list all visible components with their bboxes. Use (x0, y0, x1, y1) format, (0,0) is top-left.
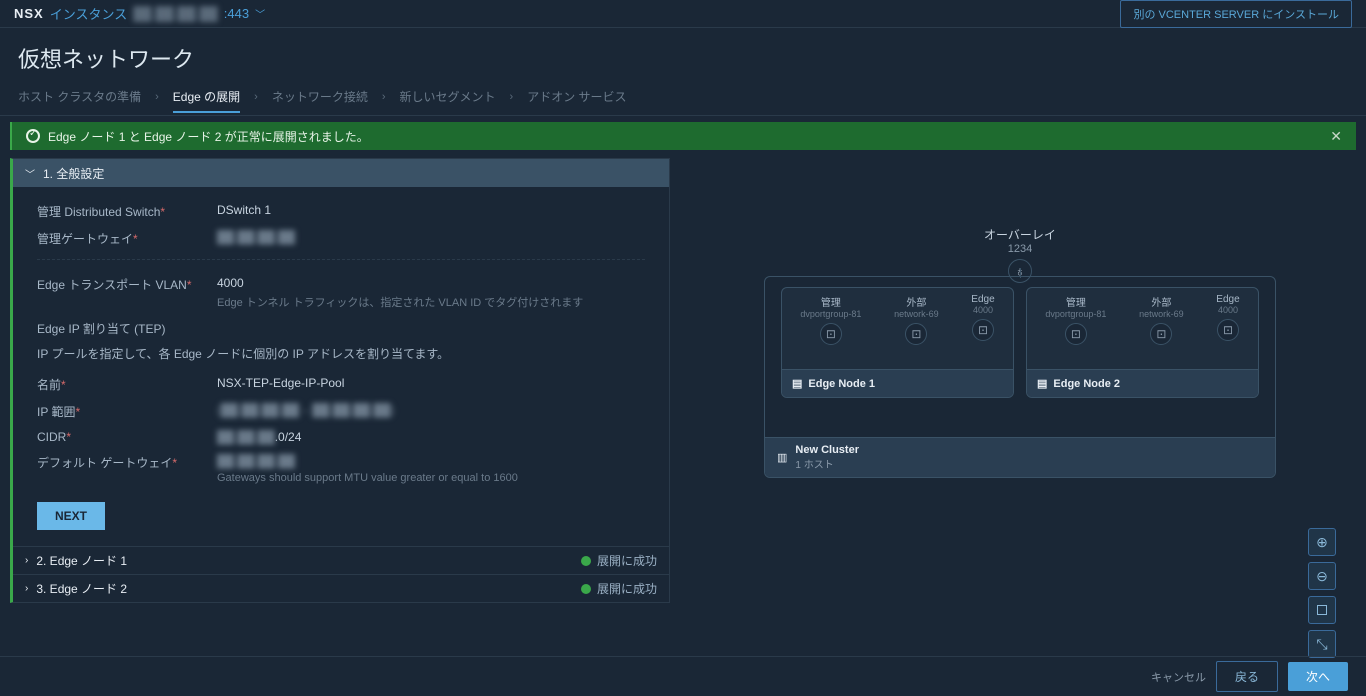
accordion-general-settings[interactable]: ﹀ 1. 全般設定 (13, 159, 669, 187)
edge-node-2-card: 管理dvportgroup-81⊡ 外部network-69⊡ Edge4000… (1026, 287, 1259, 398)
default-gateway-label: デフォルト ゲートウェイ* (37, 454, 217, 471)
mgmt-gateway-label: 管理ゲートウェイ* (37, 230, 217, 247)
cluster-box: 管理dvportgroup-81⊡ 外部network-69⊡ Edge4000… (764, 276, 1276, 478)
vlan-value: 4000 Edge トンネル トラフィックは、指定された VLAN ID でタグ… (217, 276, 645, 310)
bc-hosts[interactable]: ホスト クラスタの準備 (18, 88, 141, 105)
zoom-in-button[interactable]: ⊕ (1308, 528, 1336, 556)
port-edge: Edge4000⊡ (971, 294, 994, 345)
cidr-value: ██.██.████.██.██.0/24.0/24 (217, 430, 645, 444)
chevron-right-icon: › (382, 91, 386, 103)
accordion-edge-node-2[interactable]: › 3. Edge ノード 2 展開に成功 (13, 574, 669, 602)
accordion-title: 3. Edge ノード 2 (36, 580, 127, 597)
port-icon: ⊡ (1217, 319, 1239, 341)
default-gateway-value: ██.██.██.██ Gateways should support MTU … (217, 454, 645, 484)
cancel-link[interactable]: キャンセル (1151, 669, 1206, 685)
check-circle-icon (26, 129, 40, 143)
mgmt-gateway-value: ██.██.██.██ (217, 230, 645, 244)
instance-label: インスタンス (50, 4, 127, 23)
port-icon: ⊡ (1065, 323, 1087, 345)
vlan-label: Edge トランスポート VLAN* (37, 276, 217, 293)
range-label: IP 範囲* (37, 403, 217, 420)
status-badge: 展開に成功 (581, 552, 657, 569)
edge-node-1-card: 管理dvportgroup-81⊡ 外部network-69⊡ Edge4000… (781, 287, 1014, 398)
server-icon: ▤ (792, 377, 802, 390)
node-name: Edge Node 1 (808, 378, 875, 390)
status-badge: 展開に成功 (581, 580, 657, 597)
cluster-name: New Cluster (795, 444, 859, 456)
cluster-name-row: ▥ New Cluster 1 ホスト (765, 437, 1275, 477)
tep-heading: Edge IP 割り当て (TEP) (37, 320, 645, 337)
footer-bar: キャンセル 戻る 次へ (0, 656, 1366, 696)
chevron-right-icon: › (254, 91, 258, 103)
config-panel: ﹀ 1. 全般設定 管理 Distributed Switch* DSwitch… (10, 158, 670, 603)
port-external: 外部network-69⊡ (894, 294, 939, 345)
general-settings-body: 管理 Distributed Switch* DSwitch 1 管理ゲートウェ… (13, 187, 669, 546)
port-external: 外部network-69⊡ (1139, 294, 1184, 345)
instance-value: ██.██.██.██ (133, 6, 218, 21)
zoom-out-button[interactable]: ⊖ (1308, 562, 1336, 590)
dswitch-value: DSwitch 1 (217, 203, 645, 217)
accordion-title: 1. 全般設定 (43, 165, 104, 182)
accordion-edge-node-1[interactable]: › 2. Edge ノード 1 展開に成功 (13, 546, 669, 574)
cidr-label: CIDR* (37, 430, 217, 444)
cluster-icon: ▥ (777, 451, 787, 464)
banner-text: Edge ノード 1 と Edge ノード 2 が正常に展開されました。 (48, 128, 369, 145)
collapse-button[interactable]: ⤡ (1308, 630, 1336, 658)
chevron-right-icon: › (510, 91, 514, 103)
chevron-down-icon[interactable]: ﹀ (255, 6, 265, 21)
bc-segment[interactable]: 新しいセグメント (400, 88, 496, 105)
default-gateway-help: Gateways should support MTU value greate… (217, 472, 645, 484)
chevron-right-icon: › (155, 91, 159, 103)
port-icon: ⊡ (972, 319, 994, 341)
bc-network[interactable]: ネットワーク接続 (272, 88, 368, 105)
status-dot-icon (581, 584, 591, 594)
breadcrumb: ホスト クラスタの準備 › Edge の展開 › ネットワーク接続 › 新しいセ… (0, 82, 1366, 116)
instance-port: :443 (224, 6, 249, 21)
topology-diagram: オーバーレイ 1234 ♁ 管理dvportgroup-81⊡ 外部networ… (684, 158, 1356, 603)
success-banner: Edge ノード 1 と Edge ノード 2 が正常に展開されました。 ✕ (10, 122, 1356, 150)
chevron-down-icon: ﹀ (25, 166, 35, 181)
next-button[interactable]: NEXT (37, 502, 105, 530)
server-icon: ▤ (1037, 377, 1047, 390)
dswitch-label: 管理 Distributed Switch* (37, 203, 217, 220)
cluster-host-count: 1 ホスト (795, 456, 859, 471)
title-row: 仮想ネットワーク (0, 28, 1366, 82)
port-mgmt: 管理dvportgroup-81⊡ (800, 294, 861, 345)
vlan-help: Edge トンネル トラフィックは、指定された VLAN ID でタグ付けされま… (217, 294, 645, 310)
fit-button[interactable] (1308, 596, 1336, 624)
port-mgmt: 管理dvportgroup-81⊡ (1045, 294, 1106, 345)
accordion-title: 2. Edge ノード 1 (36, 552, 127, 569)
status-dot-icon (581, 556, 591, 566)
close-icon[interactable]: ✕ (1330, 128, 1342, 145)
name-label: 名前* (37, 376, 217, 393)
top-bar: NSX インスタンス ██.██.██.██ :443 ﹀ 別の VCENTER… (0, 0, 1366, 28)
port-edge: Edge4000⊡ (1216, 294, 1239, 345)
chevron-right-icon: › (25, 555, 28, 566)
chevron-right-icon: › (25, 583, 28, 594)
range-value: (██.██.██.██ – ██.██.██.██) (217, 403, 645, 417)
bc-addon[interactable]: アドオン サービス (527, 88, 626, 105)
name-value: NSX-TEP-Edge-IP-Pool (217, 376, 645, 390)
page-title: 仮想ネットワーク (18, 42, 1348, 74)
port-icon: ⊡ (820, 323, 842, 345)
back-button[interactable]: 戻る (1216, 661, 1278, 692)
port-icon: ⊡ (1150, 323, 1172, 345)
node-name: Edge Node 2 (1053, 378, 1120, 390)
nsx-logo: NSX (14, 6, 44, 21)
install-other-vcenter-button[interactable]: 別の VCENTER SERVER にインストール (1120, 0, 1352, 28)
tep-description: IP プールを指定して、各 Edge ノードに個別の IP アドレスを割り当てま… (37, 345, 645, 362)
next-footer-button[interactable]: 次へ (1288, 662, 1348, 691)
bc-edge[interactable]: Edge の展開 (173, 88, 240, 113)
port-icon: ⊡ (905, 323, 927, 345)
instance-info: NSX インスタンス ██.██.██.██ :443 ﹀ (14, 4, 265, 23)
